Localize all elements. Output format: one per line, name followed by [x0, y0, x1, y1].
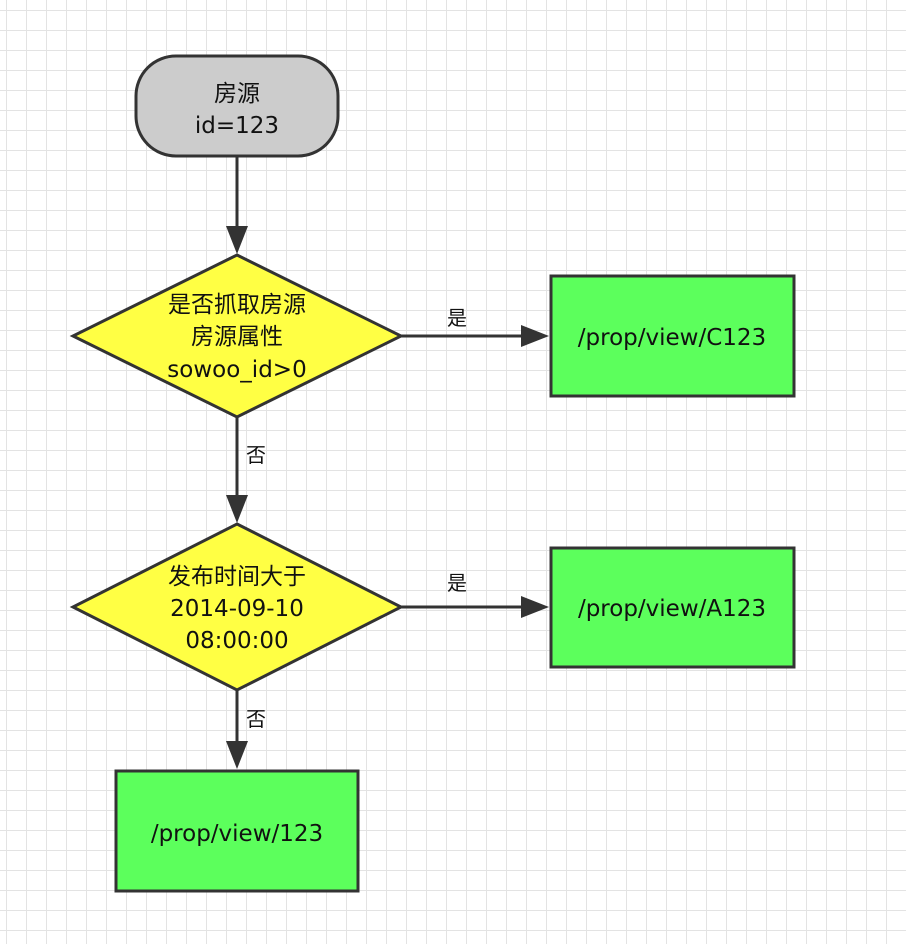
decision2-line3: 08:00:00	[185, 628, 288, 654]
result-c-node[interactable]: /prop/view/C123	[549, 274, 796, 398]
result-default-label: /prop/view/123	[151, 821, 323, 847]
decision1-line1: 是否抓取房源	[168, 292, 306, 318]
start-node-line1: 房源	[214, 81, 260, 107]
arrowhead-icon	[226, 226, 248, 254]
edge-decision2-no: 否	[226, 690, 266, 769]
arrowhead-icon	[521, 596, 549, 618]
decision1-node[interactable]: 是否抓取房源 房源属性 sowoo_id>0	[69, 253, 405, 419]
result-default-node[interactable]: /prop/view/123	[114, 769, 360, 893]
decision1-line3: sowoo_id>0	[167, 357, 306, 383]
decision1-line2: 房源属性	[191, 324, 283, 350]
decision2-node[interactable]: 发布时间大于 2014-09-10 08:00:00	[69, 522, 405, 692]
edge-decision1-no: 否	[226, 417, 266, 523]
edge-start-to-decision1	[226, 156, 248, 254]
edge-decision1-no-label: 否	[246, 443, 266, 467]
result-a-node[interactable]: /prop/view/A123	[549, 546, 796, 669]
decision2-line1: 发布时间大于	[168, 564, 306, 590]
edge-decision2-no-label: 否	[246, 707, 266, 731]
edge-decision1-yes: 是	[401, 306, 549, 347]
arrowhead-icon	[521, 325, 549, 347]
start-node[interactable]: 房源 id=123	[134, 54, 340, 158]
edge-decision2-yes-label: 是	[447, 571, 467, 595]
edge-decision2-yes: 是	[401, 571, 549, 618]
result-c-label: /prop/view/C123	[578, 325, 766, 351]
arrowhead-icon	[226, 495, 248, 523]
result-a-label: /prop/view/A123	[578, 596, 766, 622]
edge-decision1-yes-label: 是	[447, 306, 467, 330]
flowchart-canvas: 房源 id=123 是否抓取房源 房源属性 sowoo_id>0 是 /prop…	[69, 54, 796, 893]
arrowhead-icon	[226, 741, 248, 769]
decision2-line2: 2014-09-10	[170, 596, 304, 622]
start-node-line2: id=123	[195, 113, 279, 139]
